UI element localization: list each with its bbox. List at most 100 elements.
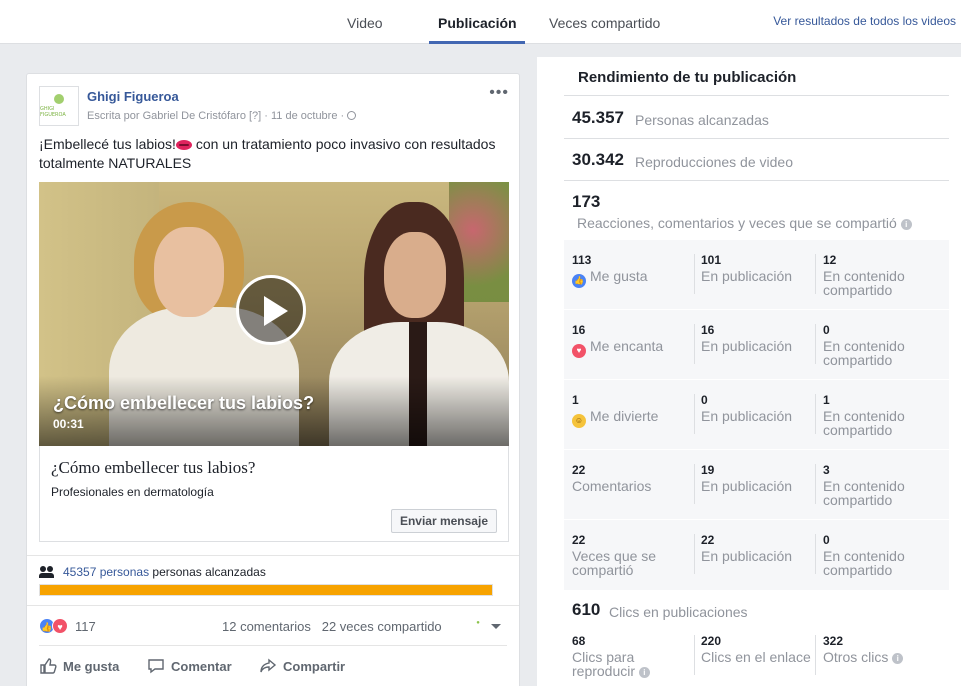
comment-button-label: Comentar xyxy=(171,658,232,674)
reach-label: personas alcanzadas xyxy=(149,565,266,579)
on-post-label: En publicación xyxy=(701,268,793,284)
all-videos-results-link[interactable]: Ver resultados de todos los videos xyxy=(773,14,956,28)
likes-on-post: 101 xyxy=(701,253,722,267)
comments-shares-count[interactable]: 12 comentarios 22 veces compartido xyxy=(222,619,442,634)
other-clicks-number: 322 xyxy=(823,634,844,648)
link-subtitle: Profesionales en dermatología xyxy=(51,485,214,499)
cell-on-shares: 0 En contenido compartido xyxy=(823,323,943,367)
logo-mark-icon xyxy=(54,94,64,104)
haha-total: 1 xyxy=(572,393,579,407)
post-text: ¡Embellecé tus labios! con un tratamient… xyxy=(39,135,509,173)
breakdown-row-shares: 22 Veces que se compartió 22 En publicació… xyxy=(564,520,949,590)
share-icon xyxy=(260,658,277,673)
video-player[interactable]: ¿Cómo embellecer tus labios? 00:31 xyxy=(39,182,509,446)
video-duration: 00:31 xyxy=(53,417,84,431)
reach-summary: 45357 personas personas alcanzadas xyxy=(63,565,266,579)
divider xyxy=(27,555,519,556)
love-label: Me encanta xyxy=(590,338,664,354)
chevron-down-icon[interactable] xyxy=(491,624,501,629)
video-title: ¿Cómo embellecer tus labios? xyxy=(53,393,315,413)
post-card: GHIGI FIGUEROA Ghigi Figueroa Escrita po… xyxy=(26,73,520,686)
shares-total: 22 xyxy=(572,533,586,547)
play-clicks-number: 68 xyxy=(572,634,586,648)
divider xyxy=(39,645,507,646)
link-clicks-label: Clics en el enlace xyxy=(701,649,811,665)
comment-button[interactable]: Comentar xyxy=(147,657,232,675)
tab-video[interactable]: Video xyxy=(347,15,383,31)
reach-count-link[interactable]: 45357 personas xyxy=(63,565,149,579)
on-shares-label: En contenido compartido xyxy=(823,268,905,298)
comments-total: 22 xyxy=(572,463,586,477)
thumbs-up-icon xyxy=(40,658,57,674)
like-reaction-icon: 👍 xyxy=(572,274,586,288)
divider xyxy=(564,138,949,139)
panel-title: Rendimiento de tu publicación xyxy=(578,69,797,86)
play-icon[interactable] xyxy=(236,275,306,345)
divider xyxy=(564,180,949,181)
page-name-link[interactable]: Ghigi Figueroa xyxy=(87,89,179,104)
tab-veces-compartido[interactable]: Veces compartido xyxy=(549,15,660,31)
more-options-icon[interactable]: ••• xyxy=(489,84,509,102)
breakdown-row-likes: 113 👍 Me gusta 101 En publicación 12 En cont… xyxy=(564,240,949,310)
on-shares-label: En contenido compartido xyxy=(823,338,905,368)
reached-number: 45.357 xyxy=(572,108,624,127)
post-text-start: ¡Embellecé tus labios! xyxy=(39,136,176,152)
share-button[interactable]: Compartir xyxy=(259,657,345,675)
clicks-breakdown: 68 Clics para reproducir i 220 Clics en el… xyxy=(564,628,949,686)
info-icon[interactable]: i xyxy=(638,667,650,678)
reactions-count[interactable]: 117 xyxy=(75,619,96,634)
haha-on-shares: 1 xyxy=(823,393,830,407)
page-avatar[interactable]: GHIGI FIGUEROA xyxy=(39,86,79,126)
cell-on-post: 19 En publicación xyxy=(701,463,811,493)
page-identity-icon[interactable]: ● xyxy=(470,620,486,634)
comments-label: Comentarios xyxy=(572,478,652,494)
cell-play-clicks: 68 Clics para reproducir i xyxy=(572,634,687,678)
love-reaction-icon: ♥ xyxy=(52,618,68,634)
on-post-label: En publicación xyxy=(701,338,793,354)
love-on-shares: 0 xyxy=(823,323,830,337)
globe-icon xyxy=(347,111,357,120)
cell-other-clicks: 322 Otros clics i xyxy=(823,634,943,664)
link-preview[interactable]: ¿Cómo embellecer tus labios? Profesional… xyxy=(39,446,509,542)
love-on-post: 16 xyxy=(701,323,715,337)
on-shares-label: En contenido compartido xyxy=(823,408,905,438)
info-icon[interactable]: i xyxy=(900,219,912,230)
likes-label: Me gusta xyxy=(590,268,648,284)
cell-total: 22 Veces que se compartió xyxy=(572,533,687,577)
cell-on-post: 0 En publicación xyxy=(701,393,811,423)
cell-total: 113 👍 Me gusta xyxy=(572,253,687,288)
haha-reaction-icon: ☺ xyxy=(572,414,586,428)
tab-publicacion[interactable]: Publicación xyxy=(438,15,517,31)
love-total: 16 xyxy=(572,323,586,337)
play-clicks-label: Clics para reproducir xyxy=(572,649,636,679)
other-clicks-label: Otros clics xyxy=(823,649,889,665)
cell-total: 22 Comentarios xyxy=(572,463,687,493)
views-number: 30.342 xyxy=(572,150,624,169)
link-title[interactable]: ¿Cómo embellecer tus labios? xyxy=(51,458,255,478)
breakdown-row-love: 16 ♥ Me encanta 16 En publicación 0 En conte… xyxy=(564,310,949,380)
cell-link-clicks: 220 Clics en el enlace xyxy=(701,634,811,664)
likes-on-shares: 12 xyxy=(823,253,837,267)
clicks-label: Clics en publicaciones xyxy=(609,604,748,620)
logo-text: GHIGI FIGUEROA xyxy=(40,106,66,118)
cell-on-shares: 12 En contenido compartido xyxy=(823,253,943,297)
shares-label: Veces que se compartió xyxy=(572,548,657,578)
send-message-button[interactable]: Enviar mensaje xyxy=(390,509,497,533)
active-tab-indicator xyxy=(429,41,525,44)
engagement-number: 173 xyxy=(572,192,601,211)
post-byline: Escrita por Gabriel De Cristófaro [?] · … xyxy=(87,110,357,122)
share-button-label: Compartir xyxy=(283,658,346,674)
haha-on-post: 0 xyxy=(701,393,708,407)
reaction-icons[interactable]: 👍 ♥ xyxy=(39,618,73,634)
comment-icon xyxy=(148,659,164,674)
on-shares-label: En contenido compartido xyxy=(823,478,905,508)
info-icon[interactable]: i xyxy=(892,653,904,664)
breakdown-row-comments: 22 Comentarios 19 En publicación 3 En conte… xyxy=(564,450,949,520)
engagement-label-text: Reacciones, comentarios y veces que se c… xyxy=(577,215,897,231)
comments-on-shares: 3 xyxy=(823,463,830,477)
love-reaction-icon: ♥ xyxy=(572,344,586,358)
like-button[interactable]: Me gusta xyxy=(39,657,119,675)
clicks-number: 610 xyxy=(572,600,601,619)
shares-on-post: 22 xyxy=(701,533,715,547)
reach-progress-fill xyxy=(40,585,492,595)
